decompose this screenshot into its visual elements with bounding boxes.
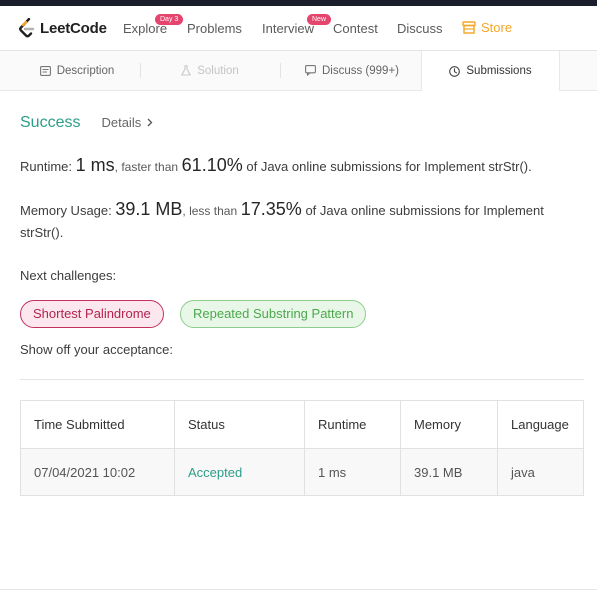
description-icon [39,65,51,76]
tab-discuss-label: Discuss (999+) [321,64,399,77]
nav-problems[interactable]: Problems [187,21,242,36]
tab-discuss[interactable]: Discuss (999+) [290,51,414,90]
runtime-faster-text: , faster than [114,160,179,174]
cell-time-submitted: 07/04/2021 10:02 [20,448,175,496]
memory-percent: 17.35% [240,199,302,219]
memory-stat: Memory Usage: 39.1 MB, less than 17.35% … [20,199,584,243]
details-label: Details [101,115,142,130]
interview-badge: New [307,14,332,25]
tab-description-label: Description [56,64,115,77]
tab-separator [280,63,281,78]
logo-text: LeetCode [40,19,107,37]
runtime-label: Runtime: [20,159,73,174]
tab-separator [140,63,141,78]
status-line: Success Details [20,114,153,132]
table-row: 07/04/2021 10:02 Accepted 1 ms 39.1 MB j… [20,448,584,496]
nav-interview[interactable]: Interview [262,21,314,36]
header-time-submitted: Time Submitted [20,400,175,449]
tab-submissions-label: Submissions [466,65,532,77]
memory-value: 39.1 MB [115,199,183,219]
tab-submissions[interactable]: Submissions [421,51,560,91]
clock-icon [449,65,461,77]
runtime-suffix: of Java online submissions for Implement… [246,159,532,174]
cell-runtime: 1 ms [304,448,401,496]
memory-label: Memory Usage: [20,203,112,218]
challenge-shortest-palindrome[interactable]: Shortest Palindrome [20,300,164,328]
cell-language: java [497,448,584,496]
chevron-right-icon [147,118,153,127]
cell-status-link[interactable]: Accepted [174,448,305,496]
flask-icon [181,65,191,76]
header-memory: Memory [400,400,498,449]
submissions-table: Time Submitted Status Runtime Memory Lan… [20,400,584,496]
tab-solution-label: Solution [197,64,239,77]
tab-description[interactable]: Description [20,51,134,90]
header-status: Status [174,400,305,449]
chat-icon [305,65,316,76]
bottom-divider [0,589,597,590]
runtime-percent: 61.10% [181,155,243,175]
result-status: Success [20,114,81,131]
table-header-row: Time Submitted Status Runtime Memory Lan… [20,400,584,449]
runtime-stat: Runtime: 1 ms, faster than 61.10% of Jav… [20,155,584,178]
nav-discuss[interactable]: Discuss [397,21,443,36]
nav-contest[interactable]: Contest [333,21,378,36]
memory-less-text: , less than [182,204,238,218]
details-link[interactable]: Details [101,115,153,130]
show-off-label: Show off your acceptance: [20,342,173,357]
problem-tabs: Description Solution Discuss (999+) Subm… [0,51,597,91]
navbar: LeetCode Explore Day 3 Problems Intervie… [0,6,597,51]
runtime-value: 1 ms [75,155,115,175]
cell-memory: 39.1 MB [400,448,498,496]
divider [20,379,584,380]
store-label: Store [481,20,513,35]
store-icon [462,21,476,34]
next-challenges-label: Next challenges: [20,268,117,283]
leetcode-logo-icon [19,18,35,38]
nav-store[interactable]: Store [462,20,512,35]
header-language: Language [497,400,584,449]
header-runtime: Runtime [304,400,401,449]
challenge-repeated-substring-pattern[interactable]: Repeated Substring Pattern [180,300,367,328]
logo[interactable]: LeetCode [18,17,107,39]
tab-solution[interactable]: Solution [150,51,270,90]
explore-badge: Day 3 [155,14,184,25]
